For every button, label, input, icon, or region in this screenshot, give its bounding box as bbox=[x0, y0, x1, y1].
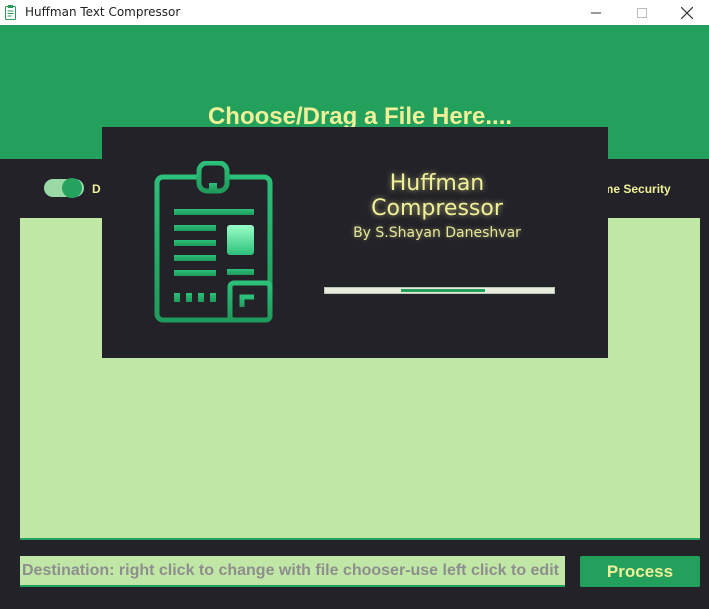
window-title: Huffman Text Compressor bbox=[25, 5, 181, 19]
close-icon bbox=[681, 6, 693, 19]
loading-progress-fill bbox=[400, 289, 486, 292]
app-icon bbox=[5, 5, 16, 20]
toggle-label: D bbox=[92, 182, 101, 196]
minimize-icon bbox=[591, 12, 601, 13]
loading-progress-bar bbox=[324, 287, 555, 294]
splash-screen: Huffman Compressor By S.Shayan Daneshvar bbox=[102, 127, 608, 358]
destination-field[interactable]: Destination: right click to change with … bbox=[20, 556, 565, 587]
splash-title: Huffman Compressor bbox=[371, 171, 503, 221]
splash-author: By S.Shayan Daneshvar bbox=[353, 225, 521, 241]
process-button-label: Process bbox=[606, 561, 674, 581]
document-icon bbox=[154, 161, 273, 323]
destination-placeholder: Destination: right click to change with … bbox=[22, 561, 559, 579]
close-button[interactable] bbox=[664, 0, 709, 25]
maximize-button[interactable] bbox=[619, 0, 665, 25]
title-bar: Huffman Text Compressor bbox=[0, 0, 709, 25]
maximize-icon bbox=[637, 7, 647, 18]
process-button[interactable]: Process bbox=[580, 556, 700, 587]
minimize-button[interactable] bbox=[573, 0, 619, 25]
toggle-knob bbox=[62, 178, 82, 198]
theme-toggle[interactable] bbox=[44, 178, 84, 198]
